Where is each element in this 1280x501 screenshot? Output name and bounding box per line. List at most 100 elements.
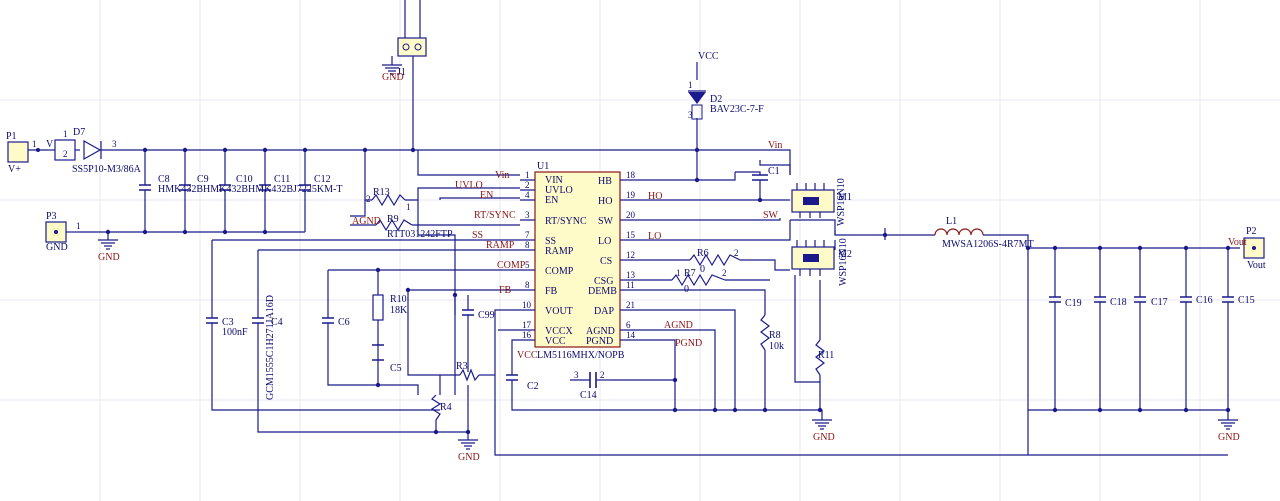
capacitor-c5[interactable]: C5	[372, 344, 402, 374]
pin-num-ss: 7	[525, 230, 530, 240]
gnd-symbol-output: GND	[1218, 419, 1240, 443]
pin-num-comp: 5	[525, 260, 530, 270]
pin-name-cs: CS	[600, 256, 612, 267]
diode-d7[interactable]: 1 2 3 D7 SS5P10-M3/86A	[48, 127, 142, 175]
output-capacitor-bank[interactable]: C19 C18 C17 C16 C15	[1049, 290, 1255, 315]
pin-name-vout: VOUT	[545, 306, 573, 317]
net-label-fb: FB	[499, 285, 512, 296]
ic-u1[interactable]: U1 LM5116MHX/NOPB VIN UVLO EN RT/SYNC SS…	[520, 161, 636, 361]
r7-ref: R7	[684, 268, 696, 279]
gnd-label-m2: GND	[813, 432, 835, 443]
connector-p1[interactable]: P1 V+ V 1	[6, 131, 54, 175]
pin-name-vcc: VCC	[545, 336, 566, 347]
u1-ref: U1	[537, 161, 549, 172]
pin-num-ramp: 8	[525, 240, 530, 250]
pin-name-pgnd: PGND	[586, 336, 613, 347]
pin-num-en: 4	[525, 190, 530, 200]
net-label-agnd-ic: AGND	[664, 320, 693, 331]
c14-pin-3: 3	[574, 370, 579, 380]
c2-ref: C2	[527, 381, 539, 392]
capacitor-c4[interactable]: C4 GCM1555C1H271JA16D	[252, 295, 283, 400]
r11-ref: R11	[818, 350, 834, 361]
r8-ref: R8	[769, 330, 781, 341]
net-label-vin-ic: Vin	[495, 170, 509, 181]
net-label-ho: HO	[648, 191, 662, 202]
net-label-vout: Vout	[1228, 237, 1247, 248]
net-label-v: V	[46, 139, 54, 150]
r9-value: RTT031242FTP	[387, 229, 453, 240]
c19-ref: C19	[1065, 298, 1082, 309]
net-label-sw: SW	[763, 210, 779, 221]
pin-num-uvlo: 2	[525, 180, 530, 190]
c4-value: GCM1555C1H271JA16D	[265, 295, 276, 400]
resistor-r10[interactable]: R10 18K	[372, 294, 408, 321]
pin-num-dap: 21	[626, 300, 635, 310]
net-label-vcc-ic: VCC	[517, 350, 538, 361]
c17-ref: C17	[1151, 297, 1168, 308]
m2-value: WSP16N10	[838, 238, 849, 286]
c5-ref: C5	[390, 363, 402, 374]
net-label-ramp: RAMP	[486, 240, 515, 251]
pin-name-en: EN	[545, 195, 558, 206]
pin-name-ramp: RAMP	[545, 246, 574, 257]
r7-pin-2: 2	[722, 268, 727, 278]
r6-value: 0	[700, 264, 705, 275]
r10-ref: R10	[390, 294, 407, 305]
r9-ref: R9	[387, 214, 399, 225]
capacitor-c6[interactable]: C6	[322, 315, 350, 330]
pin-name-hb: HB	[598, 176, 612, 187]
net-label-comp: COMP	[497, 260, 526, 271]
inductor-l1[interactable]: L1 MWSA1206S-4R7MT	[934, 216, 1034, 250]
net-label-agnd-r9: AGND	[352, 216, 381, 227]
input-bank-value: HMK432BHMK432BHMK432BJ7225KM-T	[158, 184, 342, 195]
mosfet-m2[interactable]: M2 WSP16N10	[791, 238, 852, 286]
gnd-symbol-m2: GND	[812, 419, 835, 443]
r13-pin-1: 1	[406, 202, 411, 212]
pin-num-rt-sync: 3	[525, 210, 530, 220]
r6-pin-2: 2	[734, 248, 739, 258]
net-label-lo: LO	[648, 231, 661, 242]
pin-num-csg: 13	[626, 270, 636, 280]
capacitor-c1[interactable]: C1	[735, 166, 780, 185]
connector-p3[interactable]: P3 GND 1	[45, 211, 81, 253]
p2-net: Vout	[1247, 260, 1266, 271]
d7-pin-3: 3	[112, 139, 117, 149]
gnd-label-p3: GND	[98, 252, 120, 263]
r7-pin-1: 1	[676, 268, 681, 278]
pin-name-ho: HO	[598, 196, 612, 207]
p3-net: GND	[46, 242, 68, 253]
gnd-symbol-fb: GND	[458, 439, 480, 463]
p3-ref: P3	[46, 211, 57, 222]
resistor-r9[interactable]: R9 RTT031242FTP	[375, 214, 453, 240]
p3-pin: 1	[76, 221, 81, 231]
pin-num-cs: 12	[626, 250, 635, 260]
resistor-r11[interactable]: R11	[815, 339, 834, 376]
pin-name-demb: DEMB	[588, 286, 617, 297]
pin-num-vin: 1	[525, 170, 530, 180]
resistor-r3[interactable]: R3	[456, 361, 495, 382]
pin-num-ho: 19	[626, 190, 636, 200]
d7-value: SS5P10-M3/86A	[72, 164, 142, 175]
pin-name-lo: LO	[598, 236, 611, 247]
pin-name-fb: FB	[545, 286, 558, 297]
pin-num-agnd: 6	[626, 320, 631, 330]
diode-d2[interactable]: VCC D2 BAV23C-7-F 1 3	[688, 51, 764, 120]
mosfet-m1[interactable]: M1 WSP16N10	[791, 178, 852, 226]
resistor-r8[interactable]: R8 10k	[760, 314, 784, 352]
resistor-r6[interactable]: R6 0 2	[689, 248, 741, 275]
schematic-canvas: P1 V+ V 1 1 2 3 D7 SS5P10-M3/86A C8 C9 C…	[0, 0, 1280, 501]
c14-ref: C14	[580, 390, 597, 401]
net-label-vcc-top: VCC	[698, 51, 719, 62]
p1-ref: P1	[6, 131, 17, 142]
resistor-r4[interactable]: R4	[430, 394, 452, 421]
pin-name-rt-sync: RT/SYNC	[545, 216, 587, 227]
capacitor-c2[interactable]: C2	[506, 374, 539, 395]
r6-ref: R6	[697, 248, 709, 259]
pin-name-comp: COMP	[545, 266, 574, 277]
d2-value: BAV23C-7-F	[710, 104, 764, 115]
pin-num-pgnd: 14	[626, 330, 636, 340]
gnd-label-output: GND	[1218, 432, 1240, 443]
input-capacitor-bank[interactable]: C8 C9 C10 C11 C12 HMK432BHMK432BHMK432BJ…	[139, 174, 342, 200]
capacitor-c99[interactable]: C99	[462, 309, 495, 330]
capacitor-c14[interactable]: C14 3 2	[574, 370, 610, 401]
